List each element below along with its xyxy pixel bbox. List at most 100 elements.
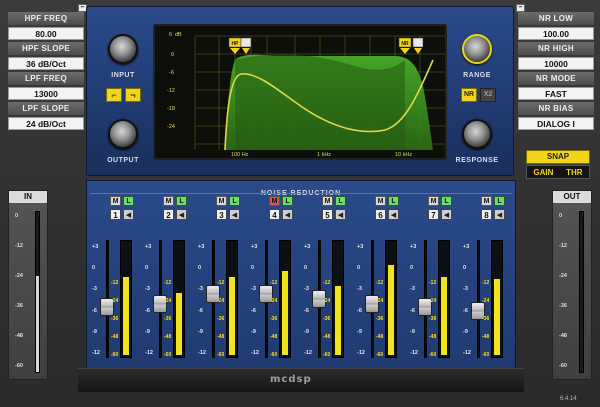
channel-listen-button[interactable]: L (176, 196, 187, 206)
channel-meter (226, 240, 238, 358)
meter-scale-label: -12 (164, 280, 172, 286)
x-tick-label: 1 kHz (317, 152, 331, 158)
fader-scale-label: -6 (145, 307, 150, 314)
channel-mute-button[interactable]: M (269, 196, 280, 206)
y-tick-label: 6 (169, 32, 172, 38)
speaker-icon[interactable]: ◀ (335, 209, 346, 220)
channel-listen-button[interactable]: L (441, 196, 452, 206)
channel-meter (332, 240, 344, 358)
nr-low-value[interactable]: 100.00 (518, 27, 594, 40)
lpf-slope-value[interactable]: 24 dB/Oct (8, 117, 84, 130)
eq-display[interactable]: HP NR 6 dB 0 -6 -12 -18 -24 100 Hz 1 kHz… (153, 24, 447, 160)
channel-number[interactable]: 8 (481, 209, 492, 220)
hpf-marker[interactable]: HP (228, 37, 242, 54)
speaker-icon[interactable]: ◀ (176, 209, 187, 220)
channel-meter (120, 240, 132, 358)
channel-listen-button[interactable]: L (388, 196, 399, 206)
channel-strip: M L 2 ◀ +3 0 -3 -6 -9 -12 -12 -24 -36 -48 -60 (145, 196, 193, 368)
snap-thr-button[interactable]: THR (566, 168, 582, 177)
channel-meter-fill (123, 277, 129, 355)
nr-high-marker[interactable]: NR (398, 37, 412, 54)
snap-gain-button[interactable]: GAIN (533, 168, 553, 177)
io-scale-label: -12 (15, 243, 23, 249)
channel-mute-button[interactable]: M (163, 196, 174, 206)
fader-scale-label: +3 (410, 244, 417, 250)
fader-scale-label: +3 (145, 244, 152, 250)
right-collapse-button[interactable]: – (516, 4, 525, 12)
channel-mute-button[interactable]: M (216, 196, 227, 206)
channel-listen-button[interactable]: L (494, 196, 505, 206)
channel-number[interactable]: 7 (428, 209, 439, 220)
channel-strip: M L 7 ◀ +3 0 -3 -6 -9 -12 -12 -24 -36 -48 -60 (410, 196, 458, 368)
speaker-icon[interactable]: ◀ (388, 209, 399, 220)
fader-scale-label: -6 (198, 307, 203, 314)
meter-scale-label: -48 (270, 334, 278, 340)
x-axis-labels: 100 Hz 1 kHz 10 kHz (231, 152, 412, 158)
output-knob[interactable] (108, 119, 138, 149)
channel-meter-fill (388, 265, 394, 355)
channel-number[interactable]: 3 (216, 209, 227, 220)
nr-mode-value[interactable]: FAST (518, 87, 594, 100)
channel-strip: M L 3 ◀ +3 0 -3 -6 -9 -12 -12 -24 -36 -48 -60 (198, 196, 246, 368)
channel-listen-button[interactable]: L (229, 196, 240, 206)
fader-scale-label: +3 (463, 244, 470, 250)
meter-scale-label: -60 (429, 352, 437, 358)
channel-mute-button[interactable]: M (428, 196, 439, 206)
channel-number[interactable]: 5 (322, 209, 333, 220)
channel-number[interactable]: 1 (110, 209, 121, 220)
meter-scale-label: -24 (164, 298, 172, 304)
channel-number[interactable]: 4 (269, 209, 280, 220)
speaker-icon[interactable]: ◀ (282, 209, 293, 220)
fader-scale-label: 0 (251, 265, 255, 272)
nr-high-value[interactable]: 10000 (518, 57, 594, 70)
channel-meter-fill (441, 277, 447, 355)
meter-scale-label: -60 (111, 352, 119, 358)
speaker-icon[interactable]: ◀ (229, 209, 240, 220)
meter-scale-label: -60 (270, 352, 278, 358)
fader-scale-label: -12 (410, 350, 418, 356)
fader-scale-label: -12 (357, 350, 365, 356)
channel-meter-fill (229, 277, 235, 355)
io-scale-label: 0 (15, 213, 19, 219)
channel-mute-button[interactable]: M (322, 196, 333, 206)
y-tick-label: -24 (167, 124, 175, 130)
input-knob[interactable] (108, 34, 138, 64)
hpf-freq-value[interactable]: 80.00 (8, 27, 84, 40)
hpf-slope-value[interactable]: 36 dB/Oct (8, 57, 84, 70)
channel-listen-button[interactable]: L (123, 196, 134, 206)
nr-low-marker[interactable] (240, 37, 252, 54)
fader-scale-label: -9 (198, 328, 203, 335)
fader-scale-label: -9 (145, 328, 150, 335)
hpf-freq-label: HPF FREQ (8, 12, 84, 25)
meter-scale-label: -12 (429, 280, 437, 286)
channel-number[interactable]: 6 (375, 209, 386, 220)
speaker-icon[interactable]: ◀ (123, 209, 134, 220)
speaker-icon[interactable]: ◀ (494, 209, 505, 220)
nr-low-label: NR LOW (518, 12, 594, 25)
snap-button[interactable]: SNAP (526, 150, 590, 164)
channel-meter (279, 240, 291, 358)
speaker-icon[interactable]: ◀ (441, 209, 452, 220)
meter-scale-label: -24 (376, 298, 384, 304)
channel-listen-button[interactable]: L (335, 196, 346, 206)
channel-mute-button[interactable]: M (375, 196, 386, 206)
lpf-marker[interactable] (412, 37, 424, 54)
hpf-toggle-button[interactable]: ⌐ (106, 88, 122, 102)
channel-mute-button[interactable]: M (481, 196, 492, 206)
nr-bias-value[interactable]: DIALOG I (518, 117, 594, 130)
x2-toggle-button[interactable]: X2 (480, 88, 496, 102)
io-scale-label: -24 (559, 273, 567, 279)
response-knob[interactable] (462, 119, 492, 149)
channel-mute-button[interactable]: M (110, 196, 121, 206)
channel-listen-button[interactable]: L (282, 196, 293, 206)
io-scale-label: -48 (559, 333, 567, 339)
channel-number[interactable]: 2 (163, 209, 174, 220)
lpf-freq-value[interactable]: 13000 (8, 87, 84, 100)
range-label: RANGE (463, 72, 491, 79)
range-knob[interactable] (462, 34, 492, 64)
nr-toggle-button[interactable]: NR (461, 88, 477, 102)
meter-scale-label: -12 (270, 280, 278, 286)
fader-scale-label: 0 (92, 265, 96, 272)
lpf-toggle-button[interactable]: ¬ (125, 88, 141, 102)
meter-scale-label: -48 (323, 334, 331, 340)
